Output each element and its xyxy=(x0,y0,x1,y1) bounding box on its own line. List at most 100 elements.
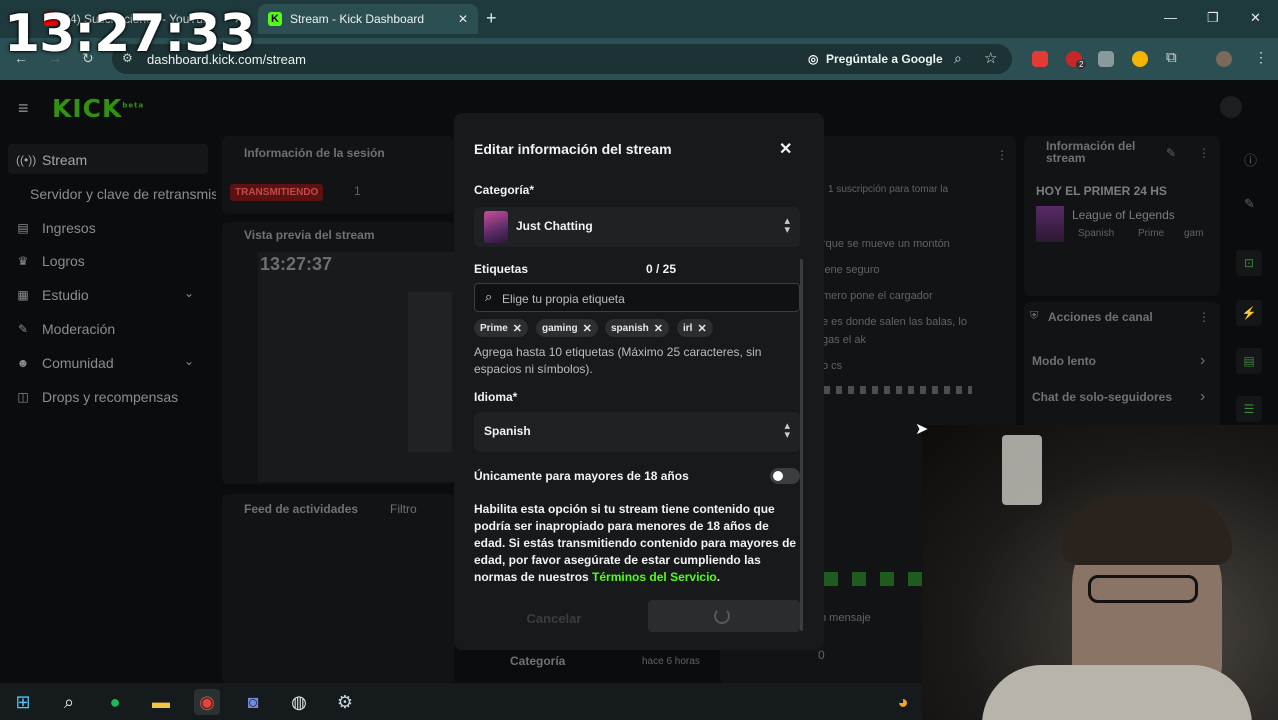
ask-google-button[interactable]: ◎ Pregúntale a Google xyxy=(800,48,951,70)
sidebar-item-server-key[interactable]: Servidor y clave de retransmisión xyxy=(30,186,216,202)
windows-start-icon[interactable]: ⊞ xyxy=(10,689,36,715)
sidebar-item-comunidad[interactable]: ☻ Comunidad xyxy=(16,355,114,371)
list-icon[interactable]: ▤ xyxy=(1236,348,1262,374)
preview-modal-thumb xyxy=(408,292,452,452)
save-button-loading[interactable] xyxy=(648,600,800,632)
chevron-down-icon[interactable]: ⌄ xyxy=(184,286,194,300)
language-label: Idioma* xyxy=(474,390,518,404)
more-icon[interactable]: ⋮ xyxy=(996,148,1008,162)
chat-icon[interactable]: ☰ xyxy=(1236,396,1262,422)
feed-time: hace 6 horas xyxy=(642,656,700,667)
kick-logo[interactable]: KICKbeta xyxy=(52,94,144,123)
steam-icon[interactable]: ⚙ xyxy=(332,689,358,715)
windows-taskbar: ⊞ ⌕ ● ▬ ◉ ◙ ◍ ⚙ ◕ xyxy=(0,683,922,720)
remove-tag-icon[interactable]: ✕ xyxy=(583,322,592,335)
income-icon: ▤ xyxy=(17,221,29,235)
close-icon[interactable]: ✕ xyxy=(458,12,468,26)
sidebar-item-stream[interactable]: ((•)) Stream xyxy=(16,152,87,168)
feed-category: Categoría xyxy=(510,654,566,668)
tag: Prime xyxy=(1138,228,1165,239)
tags-help-text: Agrega hasta 10 etiquetas (Máximo 25 car… xyxy=(474,345,762,376)
zoom-icon[interactable]: ⌕ xyxy=(954,50,962,67)
sidebar-item-ingresos[interactable]: ▤ Ingresos xyxy=(16,220,95,236)
sidebar-item-logros[interactable]: ♛ Logros xyxy=(16,253,85,269)
terms-of-service-link[interactable]: Términos del Servicio xyxy=(592,570,717,584)
new-tab-icon[interactable]: + xyxy=(486,8,497,29)
browser-menu-icon[interactable]: ⋮ xyxy=(1254,49,1268,66)
bookmark-star-icon[interactable]: ☆ xyxy=(984,49,997,67)
more-icon[interactable]: ⋮ xyxy=(1198,146,1210,160)
file-explorer-icon[interactable]: ▬ xyxy=(148,689,174,715)
sidebar-item-drops[interactable]: ◫ Drops y recompensas xyxy=(16,389,178,405)
stream-preview-panel: Vista previa del stream 13:27:37 xyxy=(222,222,454,484)
trophy-icon: ♛ xyxy=(17,254,29,268)
status-badge: TRANSMITIENDO xyxy=(230,184,324,201)
remove-tag-icon[interactable]: ✕ xyxy=(513,322,522,335)
modal-title: Editar información del stream xyxy=(474,141,672,157)
studio-icon: ▦ xyxy=(17,288,29,302)
panel-title: Vista previa del stream xyxy=(244,228,375,242)
cancel-button[interactable]: Cancelar xyxy=(474,603,634,635)
chevron-right-icon[interactable]: › xyxy=(1200,388,1205,406)
action-followers-only[interactable]: Chat de solo-seguidores xyxy=(1032,390,1172,404)
overlay-clock: 13:27:33 xyxy=(4,4,256,64)
chrome-icon[interactable]: ◉ xyxy=(194,689,220,715)
tray-app-icon[interactable]: ◕ xyxy=(890,689,916,715)
sidebar-item-moderacion[interactable]: ✎ Moderación xyxy=(16,321,115,337)
camera-action-icon[interactable]: ⊡ xyxy=(1236,250,1262,276)
language-select[interactable]: Spanish ▴ ▾ xyxy=(474,412,800,452)
discord-icon[interactable]: ◙ xyxy=(240,689,266,715)
extensions-puzzle-icon[interactable]: ⧉ xyxy=(1166,49,1177,66)
panel-title: Feed de actividades xyxy=(244,502,359,516)
stream-title-text: HOY EL PRIMER 24 HS xyxy=(1036,184,1167,198)
game-name: League of Legends xyxy=(1072,208,1175,222)
action-slow-mode[interactable]: Modo lento xyxy=(1032,354,1096,368)
tag-search-input[interactable]: ⌕ Elige tu propia etiqueta xyxy=(474,283,800,312)
person-shirt xyxy=(982,665,1252,720)
lightning-icon[interactable]: ⚡ xyxy=(1236,300,1262,326)
restore-icon[interactable]: ❐ xyxy=(1207,10,1219,26)
extension-icon[interactable] xyxy=(1032,51,1048,67)
window-close-icon[interactable]: ✕ xyxy=(1250,10,1261,26)
search-icon[interactable]: ⌕ xyxy=(56,689,82,715)
tag-chip: gaming ✕ xyxy=(536,319,598,337)
profile-avatar[interactable] xyxy=(1216,51,1232,67)
mature-toggle[interactable] xyxy=(770,468,800,484)
broadcast-icon: ((•)) xyxy=(16,153,37,167)
panel-title: Acciones de canal xyxy=(1048,310,1153,324)
filter-button[interactable]: Filtro xyxy=(390,502,417,516)
extension-icon[interactable] xyxy=(1098,51,1114,67)
modal-scrollbar[interactable] xyxy=(800,259,803,631)
emote-row xyxy=(824,386,972,394)
category-select[interactable]: Just Chatting ▴ ▾ xyxy=(474,207,800,247)
edit-pencil-icon[interactable]: ✎ xyxy=(1166,146,1176,160)
mature-label: Únicamente para mayores de 18 años xyxy=(474,469,689,483)
hamburger-menu-icon[interactable]: ≡ xyxy=(18,98,29,119)
category-thumbnail xyxy=(1036,206,1064,242)
sidebar-item-estudio[interactable]: ▦ Estudio xyxy=(16,287,88,303)
edit-pencil-icon[interactable]: ✎ xyxy=(1244,196,1255,212)
info-icon[interactable]: ⓘ xyxy=(1244,150,1257,169)
user-avatar[interactable] xyxy=(1220,96,1242,118)
minimize-icon[interactable]: — xyxy=(1164,10,1177,25)
chat-line: 1 suscripción para tomar la xyxy=(828,184,949,195)
chat-input[interactable]: n mensaje xyxy=(820,612,871,624)
chevron-down-icon[interactable]: ⌄ xyxy=(184,354,194,368)
remove-tag-icon[interactable]: ✕ xyxy=(654,322,663,335)
tab-kick[interactable]: K Stream - Kick Dashboard ✕ xyxy=(258,4,478,34)
obs-icon[interactable]: ◍ xyxy=(286,689,312,715)
category-thumbnail xyxy=(484,211,508,243)
remove-tag-icon[interactable]: ✕ xyxy=(697,322,706,335)
chat-counter: 0 xyxy=(818,648,825,662)
language-value: Spanish xyxy=(484,424,531,438)
stream-preview-video[interactable]: 13:27:37 xyxy=(258,252,454,482)
extension-badge-count: 2 xyxy=(1076,60,1087,69)
extension-icon[interactable] xyxy=(1132,51,1148,67)
more-icon[interactable]: ⋮ xyxy=(1198,310,1210,324)
close-icon[interactable]: ✕ xyxy=(779,139,792,159)
chevron-right-icon[interactable]: › xyxy=(1200,352,1205,370)
spotify-icon[interactable]: ● xyxy=(102,689,128,715)
stream-info-panel: Información del stream ✎ ⋮ HOY EL PRIMER… xyxy=(1024,136,1220,296)
tags-count: 0 / 25 xyxy=(646,262,677,276)
glasses xyxy=(1088,575,1198,603)
